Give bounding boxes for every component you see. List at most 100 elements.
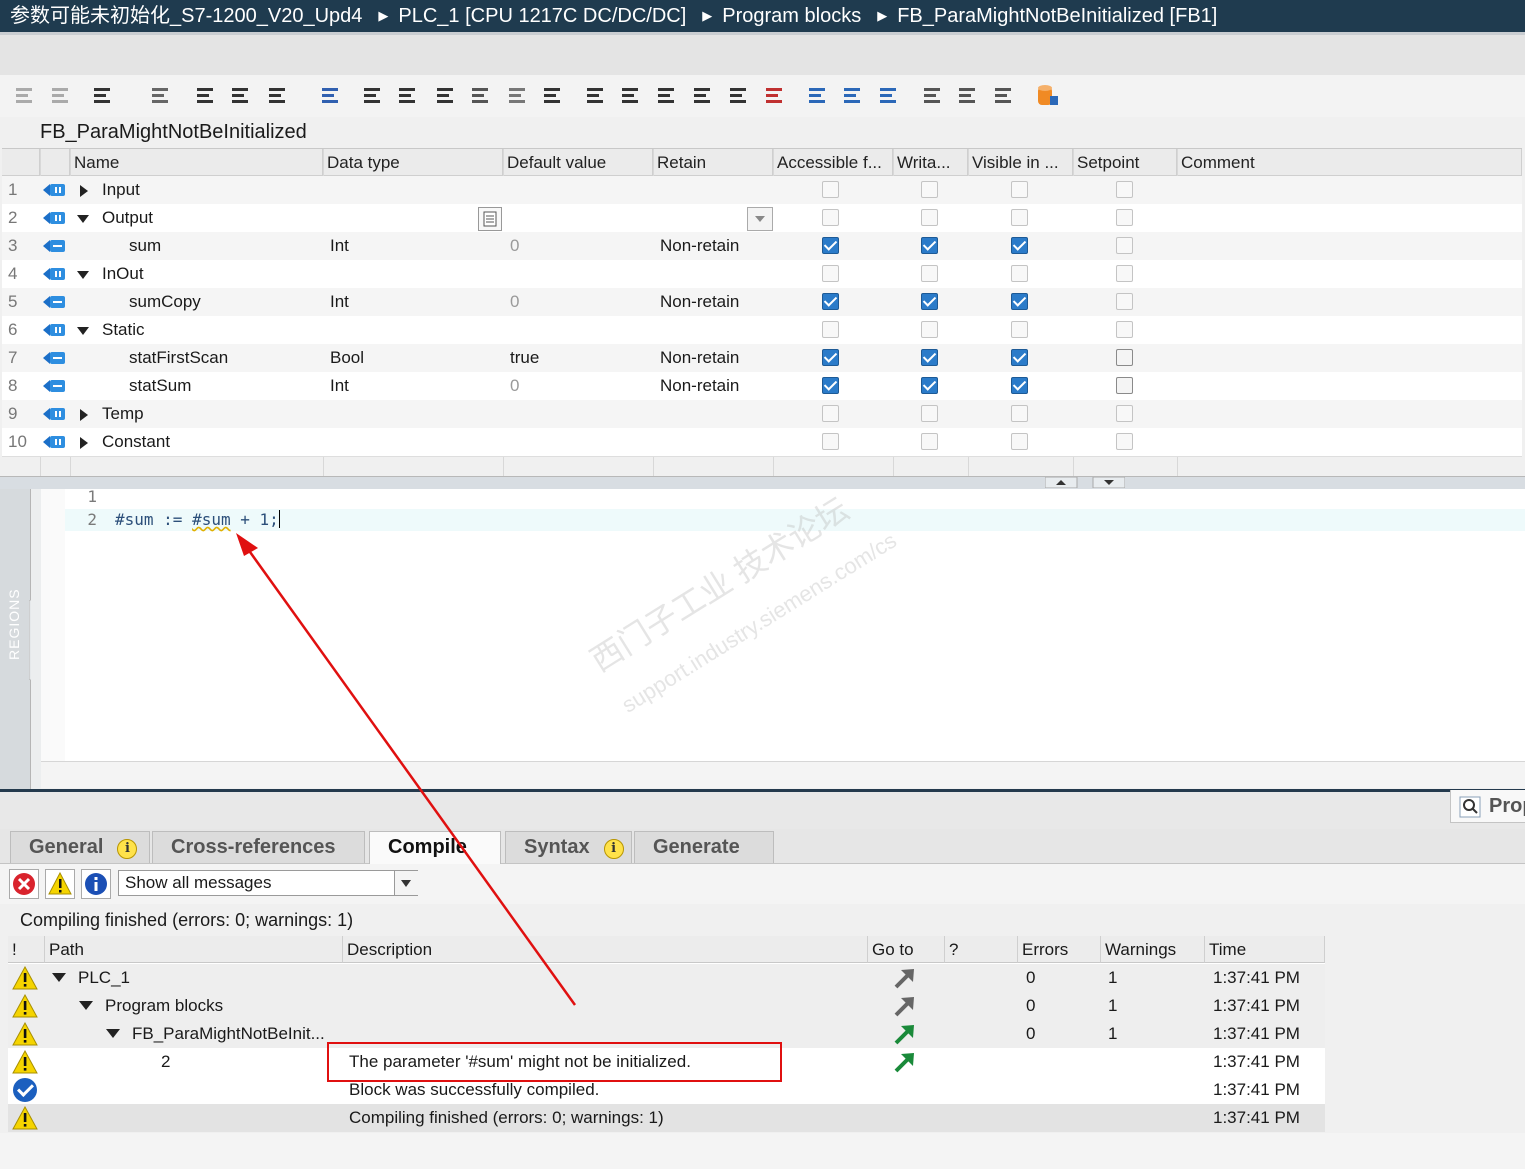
column-header-name[interactable]: Name (70, 149, 323, 176)
column-header-comment[interactable]: Comment (1177, 149, 1522, 176)
filter-errors-button[interactable] (9, 869, 39, 899)
param-data-type[interactable]: Int (330, 372, 349, 400)
param-name[interactable]: statSum (129, 372, 191, 400)
message-header-goto[interactable]: Go to (868, 936, 945, 963)
setpoint-checkbox[interactable] (1116, 377, 1133, 394)
plc-cylinder-icon[interactable] (1034, 82, 1060, 108)
setpoint-checkbox[interactable] (1116, 349, 1133, 366)
accessible-checkbox[interactable] (822, 349, 839, 366)
go-to-arrow-icon[interactable] (893, 995, 915, 1017)
param-name[interactable]: Constant (102, 428, 170, 456)
visible-checkbox[interactable] (1011, 209, 1028, 226)
writable-checkbox[interactable] (921, 321, 938, 338)
interface-row[interactable]: 10 Constant (2, 428, 1522, 457)
add-row-icon[interactable] (48, 82, 74, 108)
message-header-time[interactable]: Time (1205, 936, 1325, 963)
regions-label[interactable]: REGIONS (6, 588, 22, 660)
message-path[interactable]: PLC_1 (78, 964, 130, 992)
param-name[interactable]: Input (102, 176, 140, 204)
comment-icon[interactable] (762, 82, 788, 108)
sync-icon[interactable] (468, 82, 494, 108)
update-call-icon[interactable] (433, 82, 459, 108)
import-icon[interactable] (90, 82, 116, 108)
expand-arrow-icon[interactable] (80, 185, 88, 197)
go-to-arrow-icon[interactable] (893, 967, 915, 989)
writable-checkbox[interactable] (921, 265, 938, 282)
breadcrumb-program-blocks[interactable]: Program blocks (722, 0, 861, 32)
setpoint-checkbox[interactable] (1116, 181, 1133, 198)
setpoint-checkbox[interactable] (1116, 265, 1133, 282)
visible-checkbox[interactable] (1011, 321, 1028, 338)
collapse-arrow-icon[interactable] (52, 973, 66, 983)
format-icon[interactable] (505, 82, 531, 108)
setpoint-checkbox[interactable] (1116, 321, 1133, 338)
param-name[interactable]: sumCopy (129, 288, 201, 316)
go-to-previous-icon[interactable] (840, 82, 866, 108)
visible-checkbox[interactable] (1011, 433, 1028, 450)
param-data-type[interactable]: Bool (330, 344, 364, 372)
favorites-icon[interactable] (318, 82, 344, 108)
breadcrumb-plc[interactable]: PLC_1 [CPU 1217C DC/DC/DC] (398, 0, 686, 32)
writable-checkbox[interactable] (921, 293, 938, 310)
indent-icon[interactable] (583, 82, 609, 108)
list-numbered-icon[interactable] (726, 82, 752, 108)
param-name[interactable]: sum (129, 232, 161, 260)
code-text[interactable]: #sum := #sum + 1; (115, 509, 280, 531)
editor-horizontal-scrollbar[interactable] (41, 761, 1525, 788)
column-header-data-type[interactable]: Data type (323, 149, 503, 176)
tab-syntax[interactable]: Syntax i (505, 831, 632, 863)
setpoint-checkbox[interactable] (1116, 433, 1133, 450)
message-path[interactable]: FB_ParaMightNotBeInit... (132, 1020, 325, 1048)
writable-checkbox[interactable] (921, 405, 938, 422)
go-to-next-icon[interactable] (876, 82, 902, 108)
writable-checkbox[interactable] (921, 349, 938, 366)
remove-call-icon[interactable] (395, 82, 421, 108)
message-header-q[interactable]: ? (945, 936, 1018, 963)
param-name[interactable]: Temp (102, 400, 144, 428)
column-header-accessible[interactable]: Accessible f... (773, 149, 893, 176)
tab-cross-references[interactable]: Cross-references (152, 831, 365, 863)
message-header-errors[interactable]: Errors (1018, 936, 1101, 963)
param-retain[interactable]: Non-retain (660, 232, 739, 260)
align-left-icon[interactable] (654, 82, 680, 108)
interface-row[interactable]: 9 Temp (2, 400, 1522, 429)
list-icon[interactable] (193, 82, 219, 108)
param-data-type[interactable]: Int (330, 232, 349, 260)
setpoint-checkbox[interactable] (1116, 293, 1133, 310)
message-header-bang[interactable]: ! (8, 936, 45, 963)
code-line[interactable]: 1 (65, 486, 1525, 508)
writable-checkbox[interactable] (921, 237, 938, 254)
accessible-checkbox[interactable] (822, 293, 839, 310)
visible-checkbox[interactable] (1011, 405, 1028, 422)
tab-compile[interactable]: Compile (369, 831, 501, 865)
database-icon[interactable] (148, 82, 174, 108)
column-header-setpoint[interactable]: Setpoint (1073, 149, 1177, 176)
column-header-default-value[interactable]: Default value (503, 149, 653, 176)
accessible-checkbox[interactable] (822, 321, 839, 338)
interface-row[interactable]: 8 statSum Int 0 Non-retain (2, 372, 1522, 401)
insert-row-icon[interactable] (12, 82, 38, 108)
accessible-checkbox[interactable] (822, 209, 839, 226)
message-path[interactable]: Program blocks (105, 992, 223, 1020)
expand-arrow-icon[interactable] (80, 437, 88, 449)
writable-checkbox[interactable] (921, 209, 938, 226)
visible-checkbox[interactable] (1011, 293, 1028, 310)
visible-checkbox[interactable] (1011, 377, 1028, 394)
properties-tab[interactable]: Prop (1450, 790, 1525, 823)
param-name[interactable]: InOut (102, 260, 144, 288)
param-retain[interactable]: Non-retain (660, 344, 739, 372)
message-row[interactable]: PLC_1 0 1 1:37:41 PM (8, 964, 1325, 992)
collapse-arrow-icon[interactable] (77, 271, 89, 279)
writable-checkbox[interactable] (921, 433, 938, 450)
param-default-value[interactable]: 0 (510, 288, 519, 316)
collapse-arrow-icon[interactable] (106, 1029, 120, 1039)
interface-row[interactable]: 3 sum Int 0 Non-retain (2, 232, 1522, 261)
visible-checkbox[interactable] (1011, 237, 1028, 254)
bookmark-icon[interactable] (805, 82, 831, 108)
monitor-icon[interactable] (265, 82, 291, 108)
filter-info-button[interactable] (81, 869, 111, 899)
interface-row[interactable]: 5 sumCopy Int 0 Non-retain (2, 288, 1522, 317)
tab-general[interactable]: General i (10, 831, 150, 863)
go-to-arrow-icon[interactable] (893, 1051, 915, 1073)
outdent-icon[interactable] (618, 82, 644, 108)
